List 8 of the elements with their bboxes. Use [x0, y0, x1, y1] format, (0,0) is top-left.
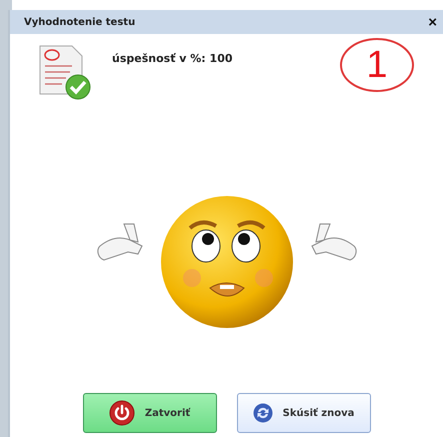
dialog-title: Vyhodnotenie testu — [24, 16, 136, 28]
retry-button[interactable]: Skúsiť znova — [236, 393, 370, 433]
score-text: úspešnosť v %: 100 — [112, 52, 232, 65]
close-dialog-button[interactable]: Zatvoriť — [82, 393, 216, 433]
power-icon — [108, 400, 135, 426]
close-button[interactable]: × — [428, 14, 437, 30]
annotation-number: 1 — [340, 38, 414, 92]
refresh-icon — [252, 403, 273, 423]
